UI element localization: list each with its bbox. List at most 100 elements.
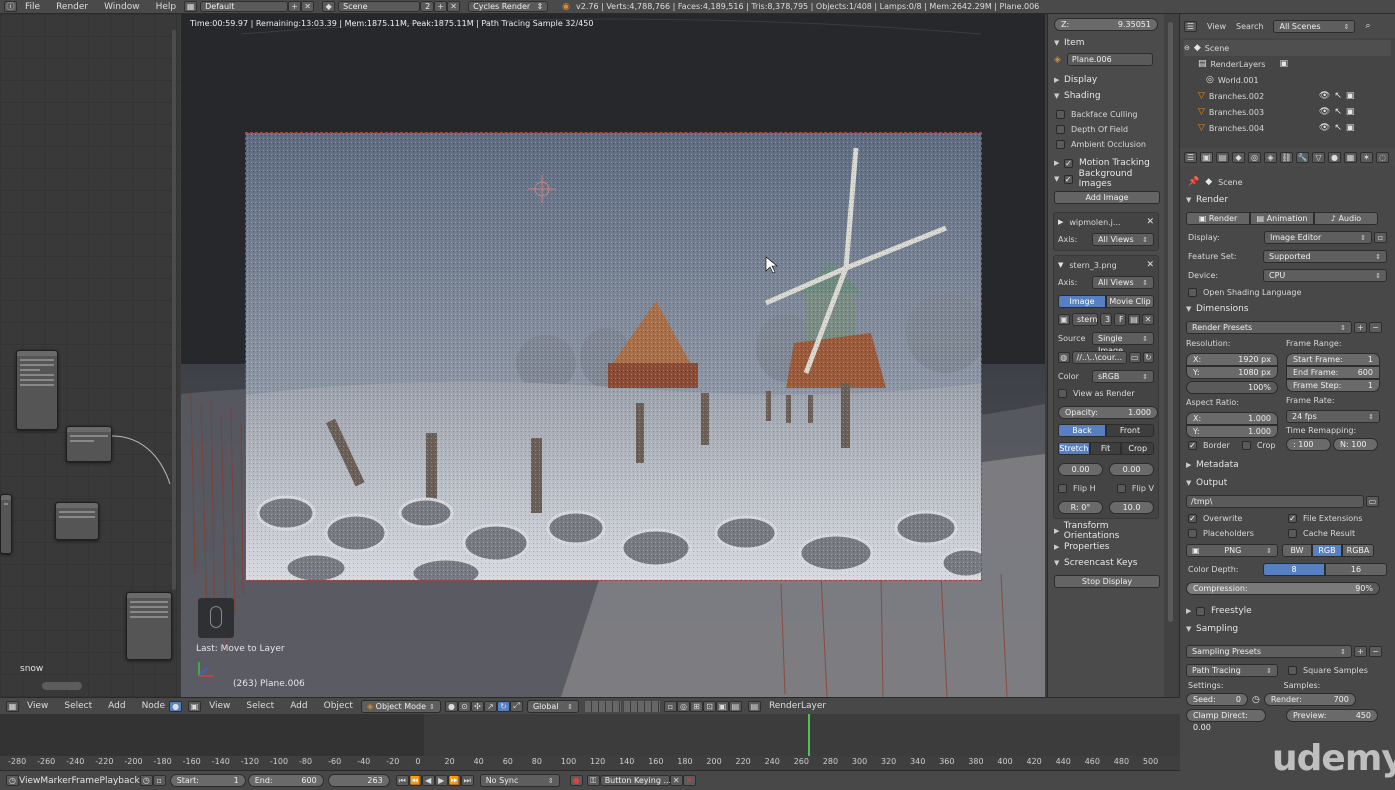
- crop-toggle[interactable]: Crop: [1241, 441, 1276, 450]
- render-presets-select[interactable]: Render Presets: [1186, 321, 1352, 334]
- texture-tab-icon[interactable]: ▦: [1344, 151, 1357, 163]
- render-button[interactable]: ▣ Render: [1186, 212, 1250, 225]
- 3d-view-type-icon[interactable]: ▣: [188, 700, 202, 712]
- proportional-icon[interactable]: ◎: [676, 700, 690, 712]
- search-icon[interactable]: ⌕: [1365, 21, 1370, 31]
- prev-key-icon[interactable]: ⏪: [408, 775, 422, 786]
- border-toggle[interactable]: Border: [1188, 441, 1230, 450]
- current-frame-field[interactable]: 263: [327, 774, 390, 787]
- checkbox[interactable]: [1058, 484, 1067, 493]
- checkbox[interactable]: [1188, 288, 1197, 297]
- checkbox[interactable]: [1116, 484, 1126, 493]
- remove-scene-icon[interactable]: ✕: [447, 1, 461, 12]
- rotation-field[interactable]: R: 0°: [1058, 501, 1103, 514]
- axis-select[interactable]: All Views: [1092, 276, 1154, 289]
- freestyle-panel-header[interactable]: ▶ Freestyle: [1180, 602, 1395, 620]
- shading-panel-header[interactable]: ▼ Shading: [1048, 88, 1164, 104]
- outliner-row-world[interactable]: ◎ World.001: [1184, 72, 1391, 88]
- fake-user-button[interactable]: F: [1114, 313, 1126, 326]
- ambient-occlusion-toggle[interactable]: Ambient Occlusion: [1048, 137, 1164, 152]
- modifiers-tab-icon[interactable]: 🔧: [1296, 151, 1309, 163]
- pivot-icon[interactable]: ⊙: [457, 700, 471, 712]
- add-scene-icon[interactable]: +: [434, 1, 448, 12]
- item-panel-header[interactable]: ▼ Item: [1048, 35, 1164, 51]
- properties-editor-icon[interactable]: ☰: [1184, 151, 1197, 163]
- resolution-y-field[interactable]: Y: 1080 px: [1186, 366, 1278, 379]
- lock-layers-icon[interactable]: ▫: [663, 700, 677, 712]
- pin-icon[interactable]: 📌: [1188, 177, 1199, 187]
- remove-keying-icon[interactable]: ✕: [669, 775, 683, 786]
- screen-layout-icon[interactable]: ▦: [184, 1, 198, 12]
- tab-image[interactable]: Image: [1058, 295, 1106, 308]
- timeline-menu-playback[interactable]: Playback: [100, 776, 140, 786]
- lock-interface-icon[interactable]: ▫: [1374, 232, 1387, 243]
- frame-step-field[interactable]: Frame Step: 1: [1286, 379, 1380, 392]
- sampling-panel-header[interactable]: ▼ Sampling: [1180, 620, 1395, 638]
- keying-set-field[interactable]: Button Keying ...: [599, 775, 671, 786]
- screencast-keys-header[interactable]: ▼ Screencast Keys: [1048, 555, 1164, 571]
- back-button[interactable]: Back: [1058, 424, 1106, 437]
- render-tab-icon[interactable]: ▣: [1200, 151, 1213, 163]
- sync-select[interactable]: No Sync: [479, 774, 560, 787]
- placeholders-toggle[interactable]: Placeholders: [1188, 529, 1288, 538]
- seed-field[interactable]: Seed: 0: [1186, 693, 1248, 706]
- record-icon[interactable]: ●: [569, 775, 583, 786]
- add-preset-icon[interactable]: +: [1354, 646, 1367, 657]
- 3d-menu-add[interactable]: Add: [282, 701, 315, 711]
- end-frame-field[interactable]: End Frame: 600: [1286, 366, 1380, 379]
- remove-icon[interactable]: ✕: [1146, 217, 1154, 227]
- add-preset-icon[interactable]: +: [1354, 322, 1367, 333]
- expanded-icon[interactable]: ▼: [1058, 261, 1063, 269]
- outliner-search-menu[interactable]: Search: [1236, 22, 1263, 31]
- depth-8-button[interactable]: 8: [1263, 563, 1325, 576]
- output-path-field[interactable]: /tmp\: [1186, 495, 1364, 508]
- output-panel-header[interactable]: ▼ Output: [1180, 474, 1395, 492]
- add-image-button[interactable]: Add Image: [1054, 191, 1160, 204]
- display-panel-header[interactable]: ▶ Display: [1048, 72, 1164, 88]
- aspect-y-field[interactable]: Y: 1.000: [1186, 425, 1278, 438]
- next-key-icon[interactable]: ⏩: [447, 775, 461, 786]
- sampling-presets-select[interactable]: Sampling Presets: [1186, 645, 1352, 658]
- menu-file[interactable]: File: [17, 2, 48, 12]
- outliner-view-menu[interactable]: View: [1207, 22, 1226, 31]
- screen-layout-field[interactable]: Default: [200, 1, 289, 12]
- scene-field[interactable]: Scene: [338, 1, 421, 12]
- node-menu-node[interactable]: Node: [134, 701, 174, 711]
- translate-icon[interactable]: ↗: [483, 700, 497, 712]
- checkbox[interactable]: [1241, 441, 1251, 450]
- outliner-row-renderlayers[interactable]: ▤ RenderLayers ▣: [1184, 56, 1391, 72]
- layers-grid-2[interactable]: [623, 700, 660, 712]
- outliner-row-branches-003[interactable]: ▽ Branches.003 👁 ↖ ▣: [1184, 104, 1391, 120]
- 3d-menu-view[interactable]: View: [201, 701, 238, 711]
- checkbox[interactable]: [1196, 606, 1205, 616]
- jump-end-icon[interactable]: ⏭: [460, 775, 474, 786]
- metadata-panel-header[interactable]: ▶ Metadata: [1180, 456, 1395, 474]
- fit-button[interactable]: Fit: [1089, 442, 1122, 455]
- outliner-scope-select[interactable]: All Scenes: [1273, 19, 1356, 33]
- bw-button[interactable]: BW: [1282, 544, 1312, 557]
- device-select[interactable]: CPU: [1263, 269, 1387, 282]
- axis-select[interactable]: All Views: [1092, 233, 1154, 246]
- collapse-icon[interactable]: ⊖: [1184, 44, 1190, 52]
- node-editor[interactable]: snow: [0, 14, 180, 697]
- node-editor-type-icon[interactable]: ▦: [6, 700, 19, 712]
- render-layer-icon[interactable]: ▤: [747, 700, 761, 712]
- offset-x-field[interactable]: 0.00: [1058, 463, 1103, 476]
- material-nodes-icon[interactable]: ●: [169, 700, 183, 712]
- reload-icon[interactable]: ↻: [1142, 352, 1154, 363]
- transform-orientations-header[interactable]: ▶ Transform Orientations: [1048, 521, 1164, 541]
- play-icon[interactable]: ▶: [434, 775, 448, 786]
- unlink-icon[interactable]: ✕: [1142, 314, 1154, 325]
- start-frame-field[interactable]: Start Frame: 1: [1286, 353, 1380, 366]
- render-samples-field[interactable]: Render: 700: [1263, 693, 1356, 706]
- osl-toggle[interactable]: Open Shading Language: [1180, 285, 1395, 300]
- tab-movie-clip[interactable]: Movie Clip: [1106, 295, 1154, 308]
- current-frame-marker[interactable]: [808, 714, 810, 756]
- cache-result-toggle[interactable]: Cache Result: [1288, 529, 1355, 538]
- timeline-menu-frame[interactable]: Frame: [71, 776, 99, 786]
- render-preview-icon[interactable]: ▣: [715, 700, 729, 712]
- resolution-percent-field[interactable]: 100%: [1186, 381, 1278, 394]
- outliner-editor-icon[interactable]: ☰: [1184, 20, 1197, 32]
- camera-icon[interactable]: ▣: [1346, 91, 1355, 101]
- eye-icon[interactable]: 👁: [1319, 107, 1330, 117]
